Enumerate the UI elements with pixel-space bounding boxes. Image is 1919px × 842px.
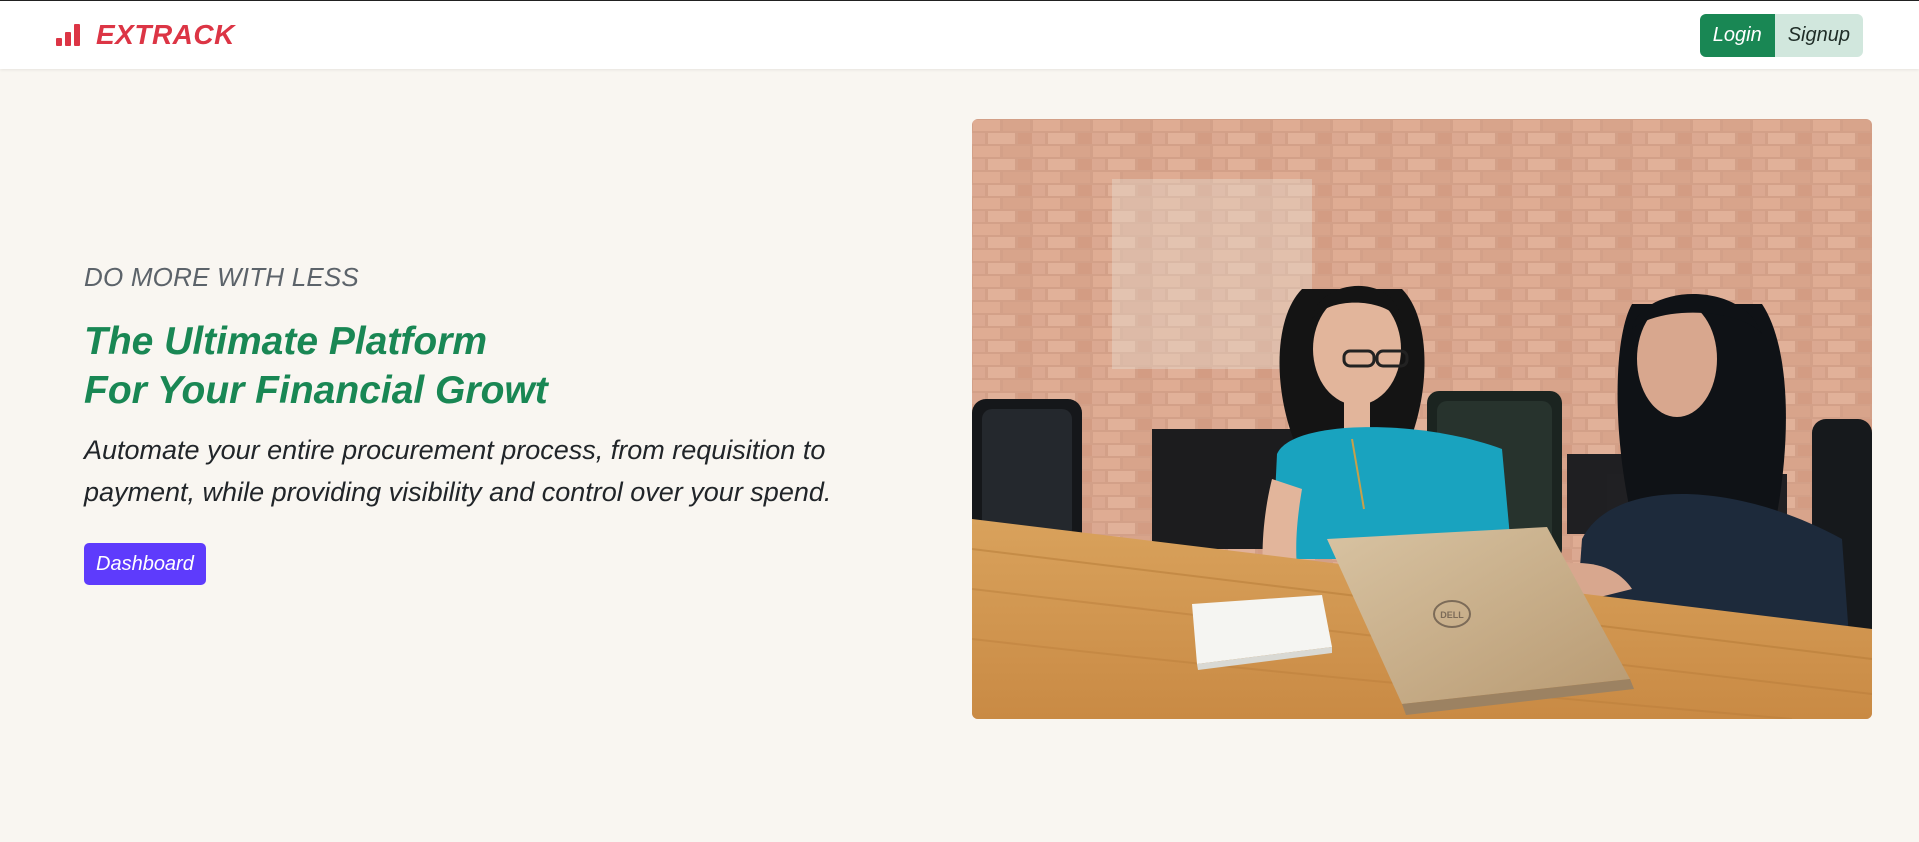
login-button[interactable]: Login: [1699, 13, 1775, 57]
hero-eyebrow: DO MORE WITH LESS: [84, 262, 359, 292]
bar-chart-icon: [56, 24, 80, 46]
office-meeting-illustration: DELL: [972, 119, 1872, 719]
signup-button[interactable]: Signup: [1774, 13, 1863, 57]
subtext-line-2: payment, while providing visibility and …: [84, 477, 832, 507]
headline-line-2: For Your Financial Growt: [84, 369, 548, 412]
hero-text: DO MORE WITH LESS The Ultimate Platform …: [84, 262, 904, 585]
laptop-logo-text: DELL: [1440, 610, 1464, 620]
headline-line-1: The Ultimate Platform: [84, 320, 488, 363]
brand-name: EXTRACK: [96, 19, 235, 50]
hero-headline: The Ultimate Platform For Your Financial…: [84, 317, 904, 415]
auth-button-group: Login Signup: [1699, 13, 1863, 57]
hero-subtext: Automate your entire procurement process…: [84, 429, 884, 513]
navbar: EXTRACK Login Signup: [0, 1, 1919, 69]
subtext-line-1: Automate your entire procurement process…: [84, 435, 826, 465]
dashboard-button[interactable]: Dashboard: [84, 543, 206, 585]
brand-logo[interactable]: EXTRACK: [56, 19, 235, 51]
hero-image: DELL: [972, 119, 1872, 719]
